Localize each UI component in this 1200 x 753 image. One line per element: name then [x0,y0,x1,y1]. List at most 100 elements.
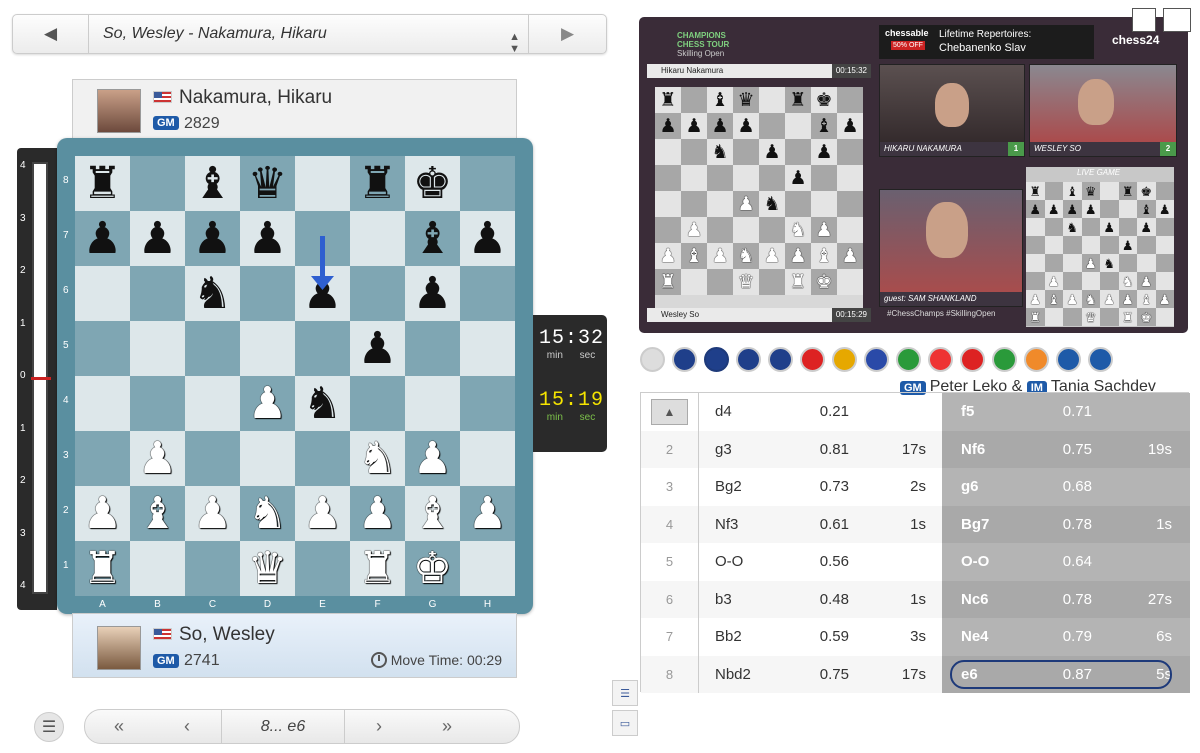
first-move-button[interactable]: « [85,710,153,743]
square-g1[interactable]: ♚ G [405,541,460,610]
black-move-cell[interactable]: f5 0.71 [942,393,1190,431]
square-d7[interactable]: ♟ [240,211,295,266]
chat-icon[interactable] [1056,346,1081,372]
square-f6[interactable] [350,266,405,321]
square-c5[interactable] [185,321,240,376]
square-h7[interactable]: ♟ [460,211,515,266]
black-pawn-icon[interactable]: ♟ [83,216,122,261]
game-selector[interactable]: ◀ So, Wesley - Nakamura, Hikaru ▲ ▼ ▶ [12,14,607,55]
square-e7[interactable] [295,211,350,266]
white-bishop-icon[interactable]: ♝ [138,491,177,536]
black-move[interactable]: Nc6 [942,591,1042,608]
square-c7[interactable]: ♟ [185,211,240,266]
es-flag[interactable] [832,346,857,372]
square-c6[interactable]: ♞ [185,266,240,321]
square-c4[interactable] [185,376,240,431]
white-pawn-icon[interactable]: ♟ [303,491,342,536]
collapse-button[interactable]: ▲ [651,398,688,425]
black-rook-icon[interactable]: ♜ [83,161,122,206]
square-e1[interactable]: E [295,541,350,610]
fr-flag[interactable] [864,346,889,372]
white-knight-icon[interactable]: ♞ [358,436,397,481]
square-f2[interactable]: ♟ [350,486,405,541]
white-move[interactable]: Nbd2 [699,666,799,683]
white-king-icon[interactable]: ♚ [413,546,452,591]
square-d6[interactable] [240,266,295,321]
video-icon[interactable] [640,346,665,372]
square-a3[interactable]: 3 [63,431,130,486]
square-h2[interactable]: ♟ [460,486,515,541]
next-move-button[interactable]: › [345,710,413,743]
square-h1[interactable]: H [460,541,515,610]
square-b7[interactable]: ♟ [130,211,185,266]
square-f1[interactable]: ♜ F [350,541,405,610]
tr-flag[interactable] [960,346,985,372]
square-e3[interactable] [295,431,350,486]
black-pawn-icon[interactable]: ♟ [193,216,232,261]
theater-mode-icon[interactable] [1163,8,1191,32]
square-h3[interactable] [460,431,515,486]
video-player[interactable]: CHAMPIONS CHESS TOUR Skilling Open chessa… [639,17,1188,333]
square-a8[interactable]: ♜ 8 [63,156,130,211]
square-a1[interactable]: ♜ 1 A [63,541,130,610]
black-knight-icon[interactable]: ♞ [303,381,342,426]
black-pawn-icon[interactable]: ♟ [413,271,452,316]
black-move[interactable]: Bg7 [942,516,1042,533]
square-d1[interactable]: ♛ D [240,541,295,610]
square-a7[interactable]: ♟ 7 [63,211,130,266]
square-d3[interactable] [240,431,295,486]
square-g7[interactable]: ♝ [405,211,460,266]
black-move[interactable]: Nf6 [942,441,1042,458]
square-g2[interactable]: ♝ [405,486,460,541]
white-pawn-icon[interactable]: ♟ [138,436,177,481]
white-move[interactable]: Nf3 [699,516,799,533]
black-move-cell[interactable]: e6 0.87 5s [942,655,1190,693]
in-flag[interactable] [1024,346,1049,372]
square-b5[interactable] [130,321,185,376]
en-flag[interactable] [736,346,761,372]
ru-flag[interactable] [928,346,953,372]
updown-icon[interactable]: ▲ ▼ [509,31,520,55]
chess-board[interactable]: ♜ 8 ♝ ♛ ♜ ♚ ♟ 7 ♟ ♟ ♟ ♝ ♟ 6 ♞ ♟ ♟ 5 ♟ 4 ♟ ♞ 3 ♟ ♞ ♟ ♟ 2 ♝ ♟ ♞ ♟ ♟ ♝ ♟ ♜ 1 A B C… [63,156,515,610]
black-pawn-icon[interactable]: ♟ [468,216,507,261]
fullscreen-icon[interactable] [1132,8,1156,32]
square-f4[interactable] [350,376,405,431]
en-flag[interactable] [704,346,729,372]
square-e2[interactable]: ♟ [295,486,350,541]
black-pawn-icon[interactable]: ♟ [358,326,397,371]
square-b8[interactable] [130,156,185,211]
prev-move-button[interactable]: ‹ [153,710,221,743]
white-move[interactable]: d4 [699,403,799,420]
black-king-icon[interactable]: ♚ [413,161,452,206]
black-move[interactable]: g6 [942,478,1042,495]
square-f5[interactable]: ♟ [350,321,405,376]
square-a4[interactable]: 4 [63,376,130,431]
square-h5[interactable] [460,321,515,376]
square-g4[interactable] [405,376,460,431]
black-move-cell[interactable]: Ne4 0.79 6s [942,618,1190,656]
square-f8[interactable]: ♜ [350,156,405,211]
square-g3[interactable]: ♟ [405,431,460,486]
white-rook-icon[interactable]: ♜ [83,546,122,591]
black-pawn-icon[interactable]: ♟ [138,216,177,261]
square-c1[interactable]: C [185,541,240,610]
black-bishop-icon[interactable]: ♝ [193,161,232,206]
square-d4[interactable]: ♟ [240,376,295,431]
black-pawn-icon[interactable]: ♟ [248,216,287,261]
black-move-cell[interactable]: Bg7 0.78 1s [942,505,1190,543]
prev-game-button[interactable]: ◀ [13,15,89,53]
square-g6[interactable]: ♟ [405,266,460,321]
white-move[interactable]: b3 [699,591,799,608]
square-b6[interactable] [130,266,185,321]
square-a2[interactable]: ♟ 2 [63,486,130,541]
chat-icon[interactable] [1088,346,1113,372]
square-d5[interactable] [240,321,295,376]
black-bishop-icon[interactable]: ♝ [413,216,452,261]
black-move-cell[interactable]: Nf6 0.75 19s [942,430,1190,468]
de-flag[interactable] [800,346,825,372]
white-queen-icon[interactable]: ♛ [248,546,287,591]
black-knight-icon[interactable]: ♞ [193,271,232,316]
en-flag[interactable] [672,346,697,372]
square-c8[interactable]: ♝ [185,156,240,211]
square-e5[interactable] [295,321,350,376]
